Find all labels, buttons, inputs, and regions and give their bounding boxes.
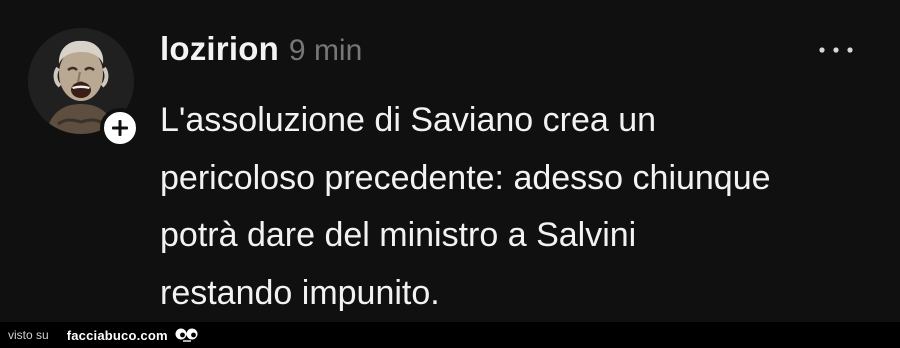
post-body: L'assoluzione di Saviano crea un pericol… bbox=[160, 92, 880, 322]
avatar-container bbox=[28, 28, 140, 148]
post-text-line: potrà dare del ministro a Salvini bbox=[160, 216, 637, 254]
post-text-line: L'assoluzione di Saviano crea un bbox=[160, 101, 657, 139]
eyes-icon bbox=[174, 327, 200, 343]
follow-button[interactable] bbox=[100, 108, 140, 148]
plus-icon bbox=[112, 120, 128, 136]
watermark-footer: visto su facciabuco.com bbox=[0, 322, 900, 348]
post-text-line: pericoloso precedente: adesso chiunque bbox=[160, 158, 771, 197]
post-card: lozirion 9 min L'assoluzione di Saviano … bbox=[0, 0, 900, 322]
post-timestamp: 9 min bbox=[288, 34, 363, 67]
visto-su-label: visto su bbox=[8, 328, 49, 342]
brand-link[interactable]: facciabuco.com bbox=[67, 328, 168, 343]
username-link[interactable]: lozirion bbox=[160, 30, 279, 68]
more-options-button[interactable] bbox=[814, 36, 858, 64]
post-header: lozirion 9 min bbox=[160, 30, 362, 76]
post-text-line: restando impunito. bbox=[160, 273, 440, 312]
ellipsis-icon bbox=[819, 47, 853, 53]
